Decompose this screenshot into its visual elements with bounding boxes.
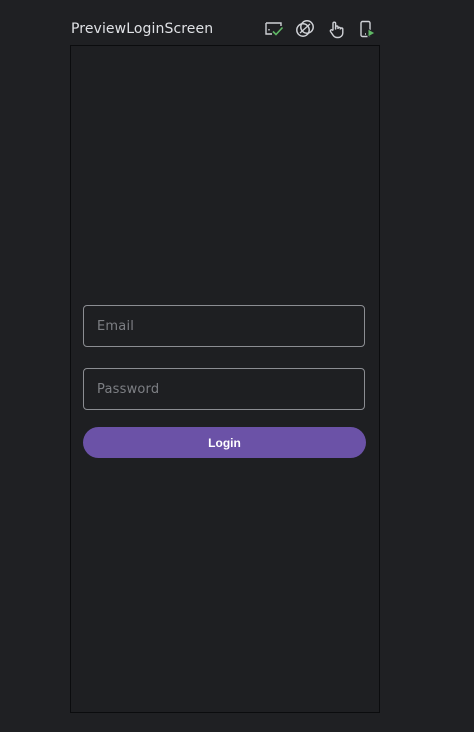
preview-title: PreviewLoginScreen [71, 21, 214, 37]
device-preview-frame: Email Password Login [70, 45, 380, 713]
login-button[interactable]: Login [83, 427, 366, 458]
email-field[interactable]: Email [83, 305, 365, 347]
tap-hand-button[interactable] [324, 18, 347, 40]
tap-hand-icon [326, 19, 346, 39]
run-on-device-button[interactable] [355, 18, 378, 40]
login-button-label: Login [208, 435, 241, 450]
run-on-device-icon [357, 19, 377, 39]
password-field[interactable]: Password [83, 368, 365, 410]
check-mark-display-icon [264, 20, 284, 38]
password-placeholder: Password [97, 381, 160, 397]
overlapping-rings-button[interactable] [293, 18, 316, 40]
overlapping-rings-icon [295, 19, 315, 39]
check-mark-display-button[interactable] [262, 18, 285, 40]
email-placeholder: Email [97, 318, 135, 334]
preview-window: PreviewLoginScreen Email Password Login [0, 0, 474, 732]
preview-toolbar [262, 18, 378, 40]
